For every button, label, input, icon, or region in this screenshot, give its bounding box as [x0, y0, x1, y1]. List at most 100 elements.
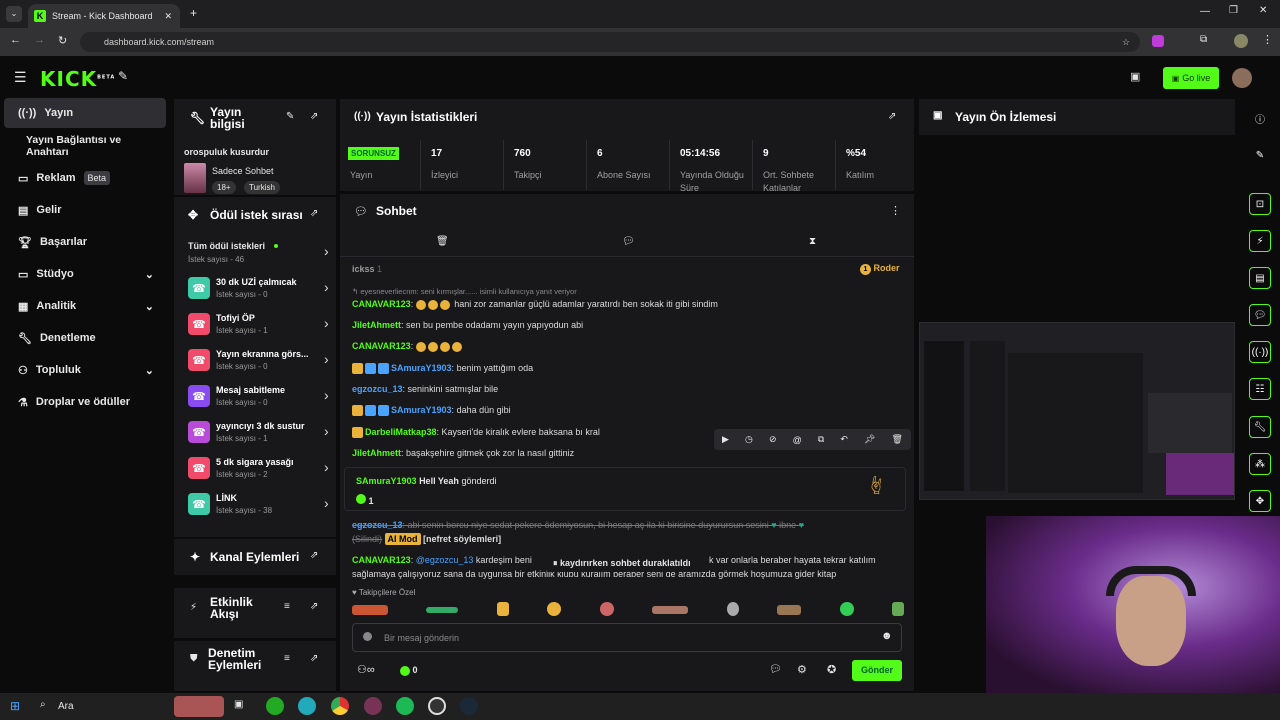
search-icon[interactable]: ⌕ — [40, 699, 46, 710]
hamburger-menu-icon[interactable]: ☰ — [14, 69, 27, 86]
new-tab-icon[interactable]: + — [190, 6, 197, 20]
nav-item-gelir[interactable]: ▤ Gelir — [4, 195, 166, 225]
delete-icon[interactable]: 🗑︎ — [891, 434, 902, 445]
wrench-icon[interactable]: 🔧︎ — [1249, 416, 1271, 438]
filter-icon[interactable]: ≡ — [284, 601, 290, 612]
nav-item-yayin[interactable]: ((·)) Yayın — [4, 98, 166, 128]
target-icon[interactable]: ⊡ — [1249, 193, 1271, 215]
chat-menu-icon[interactable]: ⋮ — [890, 204, 901, 217]
reward-item[interactable]: ☎ Yayın ekranına görs... İstek sayısı - 0 › — [188, 349, 338, 383]
pin-icon[interactable]: 📌︎ — [864, 434, 875, 445]
trash-icon[interactable]: 🗑︎ — [436, 236, 449, 247]
edit-pencil-icon[interactable]: ✎ — [286, 111, 294, 122]
nav-item-studyo[interactable]: ▭ Stüdyo ⌄ — [4, 259, 166, 289]
emote-icon[interactable] — [426, 607, 459, 613]
bookmark-star-icon[interactable]: ☆ — [1122, 37, 1130, 48]
emote-icon[interactable] — [891, 602, 904, 616]
chat-username[interactable]: SAmuraY1903 — [391, 363, 452, 373]
app-icon[interactable] — [298, 697, 316, 715]
pinned-user[interactable]: ickss 1 — [352, 264, 382, 274]
tool-icon[interactable]: ✎ — [118, 69, 128, 83]
app-icon[interactable] — [266, 697, 284, 715]
nodes-icon[interactable]: ⁂ — [1249, 453, 1271, 475]
chrome-icon[interactable] — [331, 697, 349, 715]
lightning-icon[interactable]: ⚡︎ — [1249, 230, 1271, 252]
emote-icon[interactable] — [547, 602, 562, 616]
emote-icon[interactable] — [777, 605, 802, 615]
app-icon[interactable] — [364, 697, 382, 715]
browser-tab[interactable]: K Stream - Kick Dashboard ✕ — [28, 4, 180, 28]
send-button[interactable]: Gönder — [852, 660, 902, 681]
nav-item-reklam[interactable]: ▭ Reklam Beta — [4, 163, 166, 193]
go-live-button[interactable]: ▣ Go live — [1163, 67, 1219, 89]
chat-username[interactable]: SAmuraY1903 — [391, 405, 452, 415]
reward-item[interactable]: ☎ LİNK İstek sayısı - 38 › — [188, 493, 338, 527]
info-icon[interactable]: ⓘ — [1249, 107, 1271, 129]
chat-input[interactable]: Bir mesaj gönderin ☻ — [352, 623, 902, 652]
emoji-picker-icon[interactable]: ☻ — [881, 630, 893, 642]
chat-username[interactable]: CANAVAR123 — [352, 341, 411, 351]
reward-item[interactable]: ☎ 30 dk UZİ çalmıcak İstek sayısı - 0 › — [188, 277, 338, 311]
chat-username[interactable]: JiletAhmett — [352, 320, 401, 330]
profile-avatar[interactable] — [1234, 34, 1248, 48]
popout-icon[interactable]: ⇗ — [310, 653, 318, 664]
emote-icon[interactable] — [726, 602, 739, 616]
user-avatar[interactable] — [1232, 68, 1252, 88]
slow-mode-hourglass-icon[interactable]: ⧗ — [809, 236, 816, 247]
forward-icon[interactable]: → — [34, 34, 45, 46]
emote-icon[interactable] — [599, 602, 614, 616]
reward-item[interactable]: ☎ Tofiyi ÖP İstek sayısı - 1 › — [188, 313, 338, 347]
chat-username[interactable]: DarbeliMatkap38 — [365, 427, 437, 437]
nav-item-analitik[interactable]: ▦ Analitik ⌄ — [4, 291, 166, 321]
mod-tools-icon[interactable]: ✪ — [827, 663, 836, 676]
kick-logo[interactable]: KICKBETA — [40, 67, 115, 91]
chat-username[interactable]: egzozcu_13 — [352, 384, 403, 394]
popout-icon[interactable]: ⇗ — [310, 111, 318, 122]
popout-icon[interactable]: ▣ — [1130, 70, 1140, 83]
chat-icon[interactable]: 💬︎ — [1249, 304, 1271, 326]
filter-icon[interactable]: ≡ — [284, 653, 290, 664]
back-icon[interactable]: ← — [10, 34, 21, 46]
emote-icon[interactable] — [496, 602, 509, 616]
browser-menu-icon[interactable]: ⋮ — [1262, 33, 1273, 46]
address-bar[interactable]: dashboard.kick.com/stream ☆ — [80, 32, 1140, 52]
chat-mode-icon[interactable]: 💬︎ — [622, 236, 635, 247]
copy-icon[interactable]: ⧉ — [818, 434, 824, 445]
nav-item-denetleme[interactable]: 🔧︎ Denetleme — [4, 323, 166, 353]
tab-list-icon[interactable]: ⌄ — [6, 6, 22, 22]
undo-icon[interactable]: ↶ — [840, 434, 848, 445]
obs-icon[interactable] — [428, 697, 446, 715]
extension-icon[interactable] — [1152, 35, 1164, 47]
play-icon[interactable]: ▶ — [722, 434, 729, 445]
popout-icon[interactable]: ⇗ — [310, 208, 318, 219]
timeout-clock-icon[interactable]: ◷ — [745, 434, 753, 445]
chat-username[interactable]: CANAVAR123 — [352, 299, 411, 309]
extensions-puzzle-icon[interactable]: ⧉ — [1200, 34, 1207, 45]
minimize-icon[interactable]: — — [1200, 6, 1210, 17]
popout-icon[interactable]: ⇗ — [310, 550, 318, 561]
list-icon[interactable]: ☷ — [1249, 378, 1271, 400]
popout-icon[interactable]: ⇗ — [888, 111, 896, 122]
nav-item-droplar[interactable]: ⚗ Droplar ve ödüller — [4, 387, 166, 417]
taskbar-search-label[interactable]: Ara — [58, 701, 74, 712]
popout-icon[interactable]: ⇗ — [310, 601, 318, 612]
reward-item[interactable]: ☎ 5 dk sigara yasağı İstek sayısı - 2 › — [188, 457, 338, 491]
spotify-icon[interactable] — [396, 697, 414, 715]
document-icon[interactable]: ▤ — [1249, 267, 1271, 289]
chat-username[interactable]: JiletAhmett — [352, 448, 401, 458]
windows-start-icon[interactable]: ⊞ — [10, 699, 20, 713]
chat-settings-chat-icon[interactable]: 💬︎ — [769, 664, 782, 675]
chat-paused-banner[interactable]: ⏸︎ kaydırırken sohbet duraklatıldı — [547, 556, 697, 572]
reward-item[interactable]: ☎ Mesaj sabitleme İstek sayısı - 0 › — [188, 385, 338, 419]
emote-icon[interactable] — [839, 602, 854, 616]
restore-icon[interactable]: ❐ — [1229, 5, 1238, 16]
task-view-icon[interactable]: ▣ — [234, 699, 243, 710]
emote-icon[interactable] — [652, 606, 689, 614]
close-window-icon[interactable]: ✕ — [1259, 5, 1267, 16]
mention-icon[interactable]: @ — [793, 435, 802, 445]
nav-item-stream-key[interactable]: Yayın Bağlantısı ve Anahtarı — [4, 131, 166, 161]
broadcast-icon[interactable]: ((·)) — [1249, 341, 1271, 363]
nav-item-topluluk[interactable]: ⚇ Topluluk ⌄ — [4, 355, 166, 385]
reload-icon[interactable]: ↻ — [58, 34, 67, 47]
emote-icon[interactable] — [352, 605, 388, 615]
